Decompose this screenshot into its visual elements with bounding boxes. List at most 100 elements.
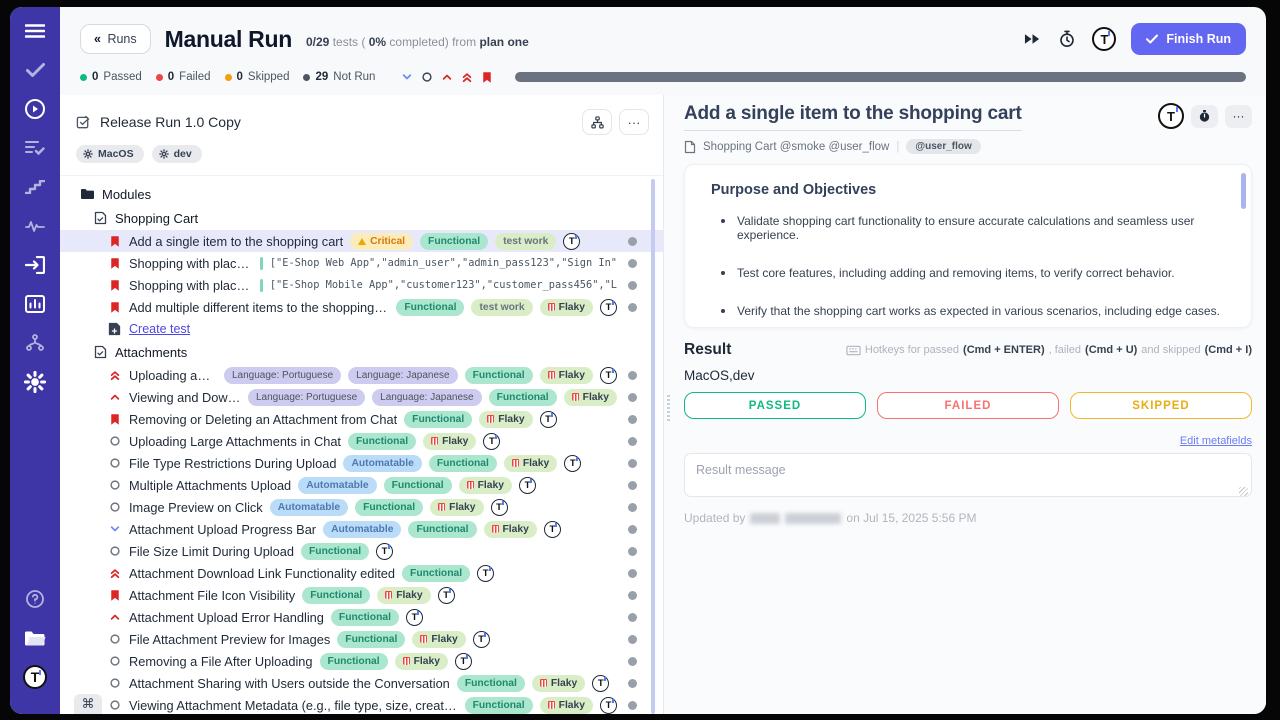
test-row[interactable]: Uploading Large Attachments in ChatFunct… bbox=[60, 430, 663, 452]
row-status-dot bbox=[628, 657, 637, 666]
test-row[interactable]: Add a single item to the shopping cartCr… bbox=[60, 230, 663, 252]
test-row[interactable]: Removing or Deleting an Attachment from … bbox=[60, 408, 663, 430]
priority-bookmark-icon bbox=[108, 301, 122, 314]
automation-logo-icon: T bbox=[600, 299, 617, 316]
priority-filter-chevron-up-icon[interactable] bbox=[440, 70, 454, 84]
description-bullet: Test core features, including adding and… bbox=[721, 266, 1225, 280]
test-row[interactable]: File Type Restrictions During UploadAuto… bbox=[60, 452, 663, 474]
create-test-link[interactable]: Create test bbox=[129, 322, 190, 336]
app-logo-icon[interactable]: T bbox=[1092, 27, 1116, 51]
test-title[interactable]: Add a single item to the shopping cart bbox=[684, 103, 1022, 131]
test-row[interactable]: Attachment Sharing with Users outside th… bbox=[60, 672, 663, 694]
description-bullet: Verify that the shopping cart works as e… bbox=[721, 304, 1225, 318]
priority-filter-chevron-down-icon[interactable] bbox=[400, 70, 414, 84]
stopwatch-button[interactable] bbox=[1191, 105, 1218, 128]
tag-pill-functional: Functional bbox=[457, 675, 525, 692]
sidebar-sign-in-icon[interactable] bbox=[23, 253, 47, 277]
priority-filter-circle-icon[interactable] bbox=[420, 70, 434, 84]
panel-resize-handle[interactable] bbox=[664, 95, 672, 714]
priority-double-up-icon bbox=[108, 369, 122, 381]
suite-breadcrumb[interactable]: Shopping Cart @smoke @user_flow bbox=[703, 141, 889, 153]
command-shortcut-button[interactable]: ⌘ bbox=[74, 694, 102, 714]
sidebar-steps-icon[interactable] bbox=[23, 175, 47, 199]
fast-forward-icon[interactable] bbox=[1022, 29, 1042, 49]
modules-root-row[interactable]: Modules bbox=[60, 182, 663, 206]
description-scrollbar[interactable] bbox=[1241, 173, 1246, 209]
sidebar-help-icon[interactable] bbox=[23, 587, 47, 611]
back-to-runs-button[interactable]: « Runs bbox=[80, 24, 151, 54]
env-tag-macos[interactable]: MacOS bbox=[76, 145, 144, 163]
sidebar-workspace-logo-icon[interactable]: T bbox=[23, 665, 47, 689]
result-message-input[interactable] bbox=[684, 453, 1252, 497]
timer-icon[interactable] bbox=[1057, 29, 1077, 49]
tag-pill-flaky: Flaky bbox=[564, 389, 617, 406]
tag-pill-functional: Functional bbox=[331, 609, 399, 626]
test-row[interactable]: Multiple Attachments UploadAutomatableFu… bbox=[60, 474, 663, 496]
tag-pill-flaky: Flaky bbox=[504, 455, 557, 472]
tag-pill-language: Language: Japanese bbox=[372, 389, 481, 406]
suite-row[interactable]: Attachments bbox=[60, 340, 663, 364]
panel-more-button[interactable]: ··· bbox=[619, 109, 649, 135]
test-row[interactable]: Attachment Upload Error HandlingFunction… bbox=[60, 606, 663, 628]
sidebar-settings-gear-icon[interactable] bbox=[23, 370, 47, 394]
priority-bookmark-icon bbox=[108, 589, 122, 602]
sidebar-run-play-icon[interactable] bbox=[23, 97, 47, 121]
example-data: ["E-Shop Mobile App","customer123","cust… bbox=[270, 279, 617, 291]
sidebar-test-plans-icon[interactable] bbox=[23, 136, 47, 160]
automation-logo-icon: T bbox=[473, 631, 490, 648]
verdict-passed-button[interactable]: PASSED bbox=[684, 392, 866, 419]
redacted-last-name bbox=[785, 513, 841, 524]
test-row[interactable]: Removing a File After UploadingFunctiona… bbox=[60, 650, 663, 672]
tree-view-button[interactable] bbox=[582, 109, 612, 135]
sidebar-menu-icon[interactable] bbox=[23, 19, 47, 43]
test-row[interactable]: Attachment File Icon VisibilityFunctiona… bbox=[60, 584, 663, 606]
edit-metafields-link[interactable]: Edit metafields bbox=[1180, 435, 1252, 447]
sidebar-activity-icon[interactable] bbox=[23, 214, 47, 238]
test-more-button[interactable]: ··· bbox=[1225, 105, 1252, 128]
hotkeys-hint: Hotkeys for passed (Cmd + ENTER) , faile… bbox=[846, 344, 1252, 356]
test-row[interactable]: Attachment Upload Progress BarAutomatabl… bbox=[60, 518, 663, 540]
tag-pill-flaky: Flaky bbox=[532, 675, 585, 692]
priority-filter-double-chevron-up-icon[interactable] bbox=[460, 70, 474, 84]
test-row[interactable]: Shopping with placeholder["E-Shop Web Ap… bbox=[60, 252, 663, 274]
test-row[interactable]: Shopping with placeholder["E-Shop Mobile… bbox=[60, 274, 663, 296]
tag-pill-functional: Functional bbox=[301, 543, 369, 560]
left-panel-scrollbar[interactable] bbox=[651, 179, 655, 714]
verdict-failed-button[interactable]: FAILED bbox=[877, 392, 1059, 419]
test-row[interactable]: File Size Limit During UploadFunctionalT bbox=[60, 540, 663, 562]
run-clipboard-icon bbox=[76, 115, 91, 130]
suite-row[interactable]: Shopping Cart bbox=[60, 206, 663, 230]
sidebar-check-icon[interactable] bbox=[23, 58, 47, 82]
priority-filter-bookmark-icon[interactable] bbox=[480, 70, 494, 84]
test-row[interactable]: Image Preview on ClickAutomatableFunctio… bbox=[60, 496, 663, 518]
example-data-bar bbox=[260, 279, 263, 292]
tag-pill-user-flow[interactable]: @user_flow bbox=[906, 139, 980, 154]
finish-run-button[interactable]: Finish Run bbox=[1131, 23, 1246, 55]
row-status-dot bbox=[628, 415, 637, 424]
test-row[interactable]: Attachment Download Link Functionality e… bbox=[60, 562, 663, 584]
test-row[interactable]: Uploading an Attachment in ChatLanguage:… bbox=[60, 364, 663, 386]
main-sidebar: T bbox=[10, 7, 60, 714]
test-row[interactable]: Viewing and Downloading Attachments in C… bbox=[60, 386, 663, 408]
tag-pill-flaky: Flaky bbox=[423, 433, 476, 450]
run-name: Release Run 1.0 Copy bbox=[100, 114, 241, 130]
priority-circle-icon bbox=[108, 457, 122, 469]
check-icon bbox=[1146, 34, 1158, 44]
sidebar-reports-icon[interactable] bbox=[23, 292, 47, 316]
tag-pill-flaky: Flaky bbox=[540, 299, 593, 316]
env-tag-dev[interactable]: dev bbox=[152, 145, 202, 163]
tag-pill-flaky: Flaky bbox=[412, 631, 465, 648]
tag-pill-functional: Functional bbox=[355, 499, 423, 516]
row-status-dot bbox=[628, 393, 637, 402]
verdict-skipped-button[interactable]: SKIPPED bbox=[1070, 392, 1252, 419]
test-logo-icon[interactable]: T bbox=[1158, 103, 1184, 129]
test-row[interactable]: Add multiple different items to the shop… bbox=[60, 296, 663, 318]
sidebar-branch-icon[interactable] bbox=[23, 331, 47, 355]
sidebar-projects-folder-icon[interactable] bbox=[23, 626, 47, 650]
test-row[interactable]: Viewing Attachment Metadata (e.g., file … bbox=[60, 694, 663, 714]
popcorn-icon bbox=[548, 701, 555, 709]
description-heading: Purpose and Objectives bbox=[711, 182, 1225, 198]
row-status-dot bbox=[628, 613, 637, 622]
test-row[interactable]: File Attachment Preview for ImagesFuncti… bbox=[60, 628, 663, 650]
row-status-dot bbox=[628, 259, 637, 268]
